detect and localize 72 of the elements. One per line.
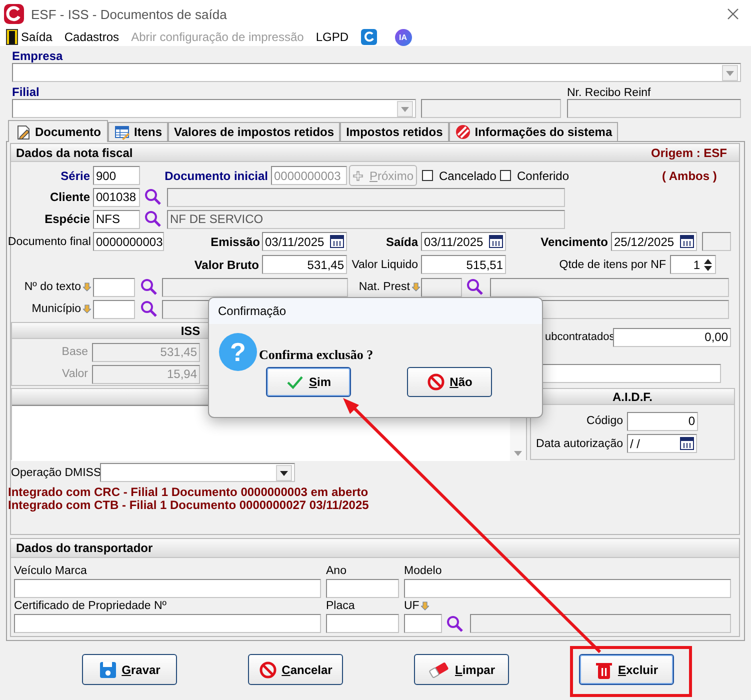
- field-label: Nr. Recibo Reinf: [567, 87, 651, 99]
- tab[interactable]: Valores de impostos retidos: [168, 122, 340, 141]
- field-label: Empresa: [12, 49, 63, 63]
- field-label: Ano: [326, 565, 346, 577]
- field-label: Placa: [326, 600, 355, 612]
- tab[interactable]: Informações do sistema: [448, 122, 618, 141]
- tab[interactable]: Documento: [8, 120, 108, 142]
- field-label: Valor Bruto: [194, 258, 259, 272]
- section-title: Dados do transportador: [16, 541, 153, 555]
- input-field[interactable]: 03/11/2025: [421, 232, 506, 251]
- input-field[interactable]: 1: [670, 255, 716, 274]
- section-title: Dados da nota fiscal: [16, 146, 133, 160]
- dialog-button[interactable]: Não: [407, 367, 492, 397]
- checkbox-label: Conferido: [517, 168, 570, 182]
- input-field[interactable]: 03/11/2025: [262, 232, 347, 251]
- field-label: Emissão: [210, 234, 260, 248]
- status-message: Integrado com CTB - Filial 1 Documento 0000000027 03/11/2025: [8, 499, 370, 512]
- field-label: Valor Liquido: [352, 258, 418, 270]
- input-field[interactable]: NFS: [93, 210, 140, 228]
- origin-label: Origem : ESF: [650, 146, 727, 160]
- action-button[interactable]: Gravar: [82, 654, 177, 685]
- field-label: UF: [404, 600, 420, 612]
- field-label: Saída: [386, 234, 418, 248]
- input-field[interactable]: 531,45: [262, 255, 347, 274]
- input-field[interactable]: 25/12/2025: [611, 232, 697, 251]
- field-label: Operação DMISS: [11, 466, 102, 478]
- action-button[interactable]: Excluir: [579, 654, 674, 685]
- tab[interactable]: Itens: [108, 122, 168, 141]
- action-button[interactable]: Cancelar: [248, 654, 343, 685]
- field-label: Valor: [62, 368, 88, 380]
- field-label: Documento inicial: [164, 168, 268, 182]
- question-icon: ?: [219, 333, 257, 371]
- field-label: Cliente: [50, 190, 90, 204]
- field-label: Série: [60, 168, 90, 182]
- field-label: Código: [586, 415, 623, 427]
- status-message: Integrado com CRC - Filial 1 Documento 0000000003 em aberto: [8, 486, 370, 499]
- tab[interactable]: Impostos retidos: [340, 122, 449, 141]
- dialog-button[interactable]: Sim: [266, 367, 351, 397]
- field-label: Qtde de itens por NF: [559, 258, 666, 270]
- field-label: Modelo: [404, 565, 442, 577]
- input-field[interactable]: 515,51: [421, 255, 506, 274]
- input-field[interactable]: 0000000003: [93, 232, 164, 251]
- field-label: Vencimento: [540, 234, 608, 248]
- dialog-message: Confirma exclusão ?: [259, 347, 374, 363]
- input-field[interactable]: 0,00: [613, 328, 731, 346]
- input-field[interactable]: 0: [627, 412, 698, 430]
- window-title: ESF - ISS - Documentos de saída: [31, 6, 227, 22]
- field-label: Espécie: [44, 212, 90, 226]
- dialog-title: Confirmação: [209, 298, 542, 324]
- input-field[interactable]: NF DE SERVICO: [167, 210, 565, 228]
- input-field[interactable]: 001038: [93, 188, 140, 206]
- input-field[interactable]: / /: [627, 434, 697, 453]
- field-label: Filial: [12, 85, 40, 99]
- box-title: A.I.D.F.: [612, 390, 652, 404]
- field-label: Município: [32, 303, 81, 315]
- menu-item[interactable]: LGPD: [316, 30, 349, 44]
- ai-button[interactable]: IA: [394, 28, 412, 46]
- field-label: Nº do texto: [24, 281, 81, 293]
- field-label: ubcontratados: [545, 331, 615, 343]
- box-title: ISS: [180, 324, 200, 338]
- field-label: Nat. Prest: [358, 281, 410, 293]
- field-label: Certificado de Propriedade Nº: [14, 600, 167, 612]
- menu-item[interactable]: Cadastros: [64, 30, 120, 44]
- action-button[interactable]: Limpar: [414, 654, 509, 685]
- field-label: Base: [62, 346, 88, 358]
- field-label: Veículo Marca: [14, 565, 87, 577]
- menu-item[interactable]: Saída: [21, 30, 52, 44]
- field-label: Documento final: [8, 236, 91, 248]
- field-label: ( Ambos ): [662, 168, 717, 182]
- field-label: Data autorização: [536, 438, 623, 450]
- checkbox-label: Cancelado: [439, 168, 496, 182]
- input-field[interactable]: 900: [93, 166, 140, 185]
